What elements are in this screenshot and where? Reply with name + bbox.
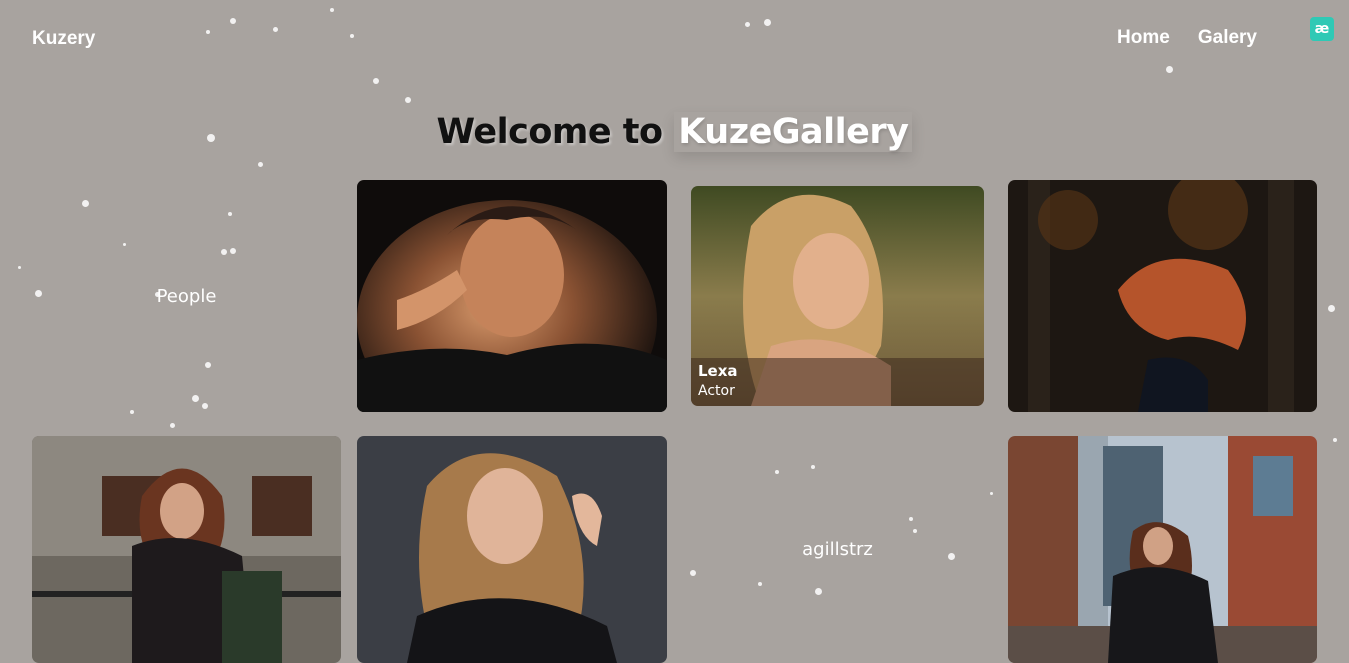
snow-flake (18, 266, 21, 269)
gallery-photo-3[interactable] (1008, 180, 1317, 412)
snow-flake (230, 18, 236, 24)
snow-flake (350, 34, 354, 38)
nav-link-galery[interactable]: Galery (1198, 27, 1257, 49)
gallery-photo-1[interactable] (357, 180, 667, 412)
page-title: Welcome to KuzeGallery (0, 112, 1349, 152)
snow-flake (990, 492, 993, 495)
people-label: People (156, 285, 217, 307)
snow-flake (745, 22, 750, 27)
snow-flake (1166, 66, 1173, 73)
nav-link-home[interactable]: Home (1117, 27, 1170, 49)
main-nav: Home Galery (1117, 27, 1257, 49)
snow-flake (373, 78, 379, 84)
caption-role: Actor (698, 383, 735, 399)
snow-flake (1333, 438, 1337, 442)
author-label-tile: agillstrz (691, 436, 984, 663)
gallery-photo-5[interactable] (357, 436, 667, 663)
author-label: agillstrz (802, 539, 873, 560)
title-lead: Welcome to (436, 112, 664, 152)
photo-1-image (357, 180, 667, 412)
snow-flake (170, 423, 175, 428)
photo-5-image (357, 436, 667, 663)
people-label-tile: People (32, 180, 341, 412)
gallery-photo-2[interactable]: Lexa Actor (691, 186, 984, 406)
photo-3-image (1008, 180, 1317, 412)
photo-caption: Lexa Actor (691, 358, 984, 406)
photo-4-image (32, 436, 341, 663)
gallery-photo-4[interactable] (32, 436, 341, 663)
snow-flake (405, 97, 411, 103)
snow-flake (1328, 305, 1335, 312)
title-brand: KuzeGallery (674, 112, 912, 152)
photo-6-image (1008, 436, 1317, 663)
extension-badge-icon[interactable]: æ (1310, 17, 1334, 41)
gallery-photo-6[interactable] (1008, 436, 1317, 663)
caption-name: Lexa (698, 362, 738, 380)
snow-flake (273, 27, 278, 32)
site-logo[interactable]: Kuzery (32, 28, 95, 50)
snow-flake (330, 8, 334, 12)
snow-flake (258, 162, 263, 167)
snow-flake (206, 30, 210, 34)
snow-flake (764, 19, 771, 26)
